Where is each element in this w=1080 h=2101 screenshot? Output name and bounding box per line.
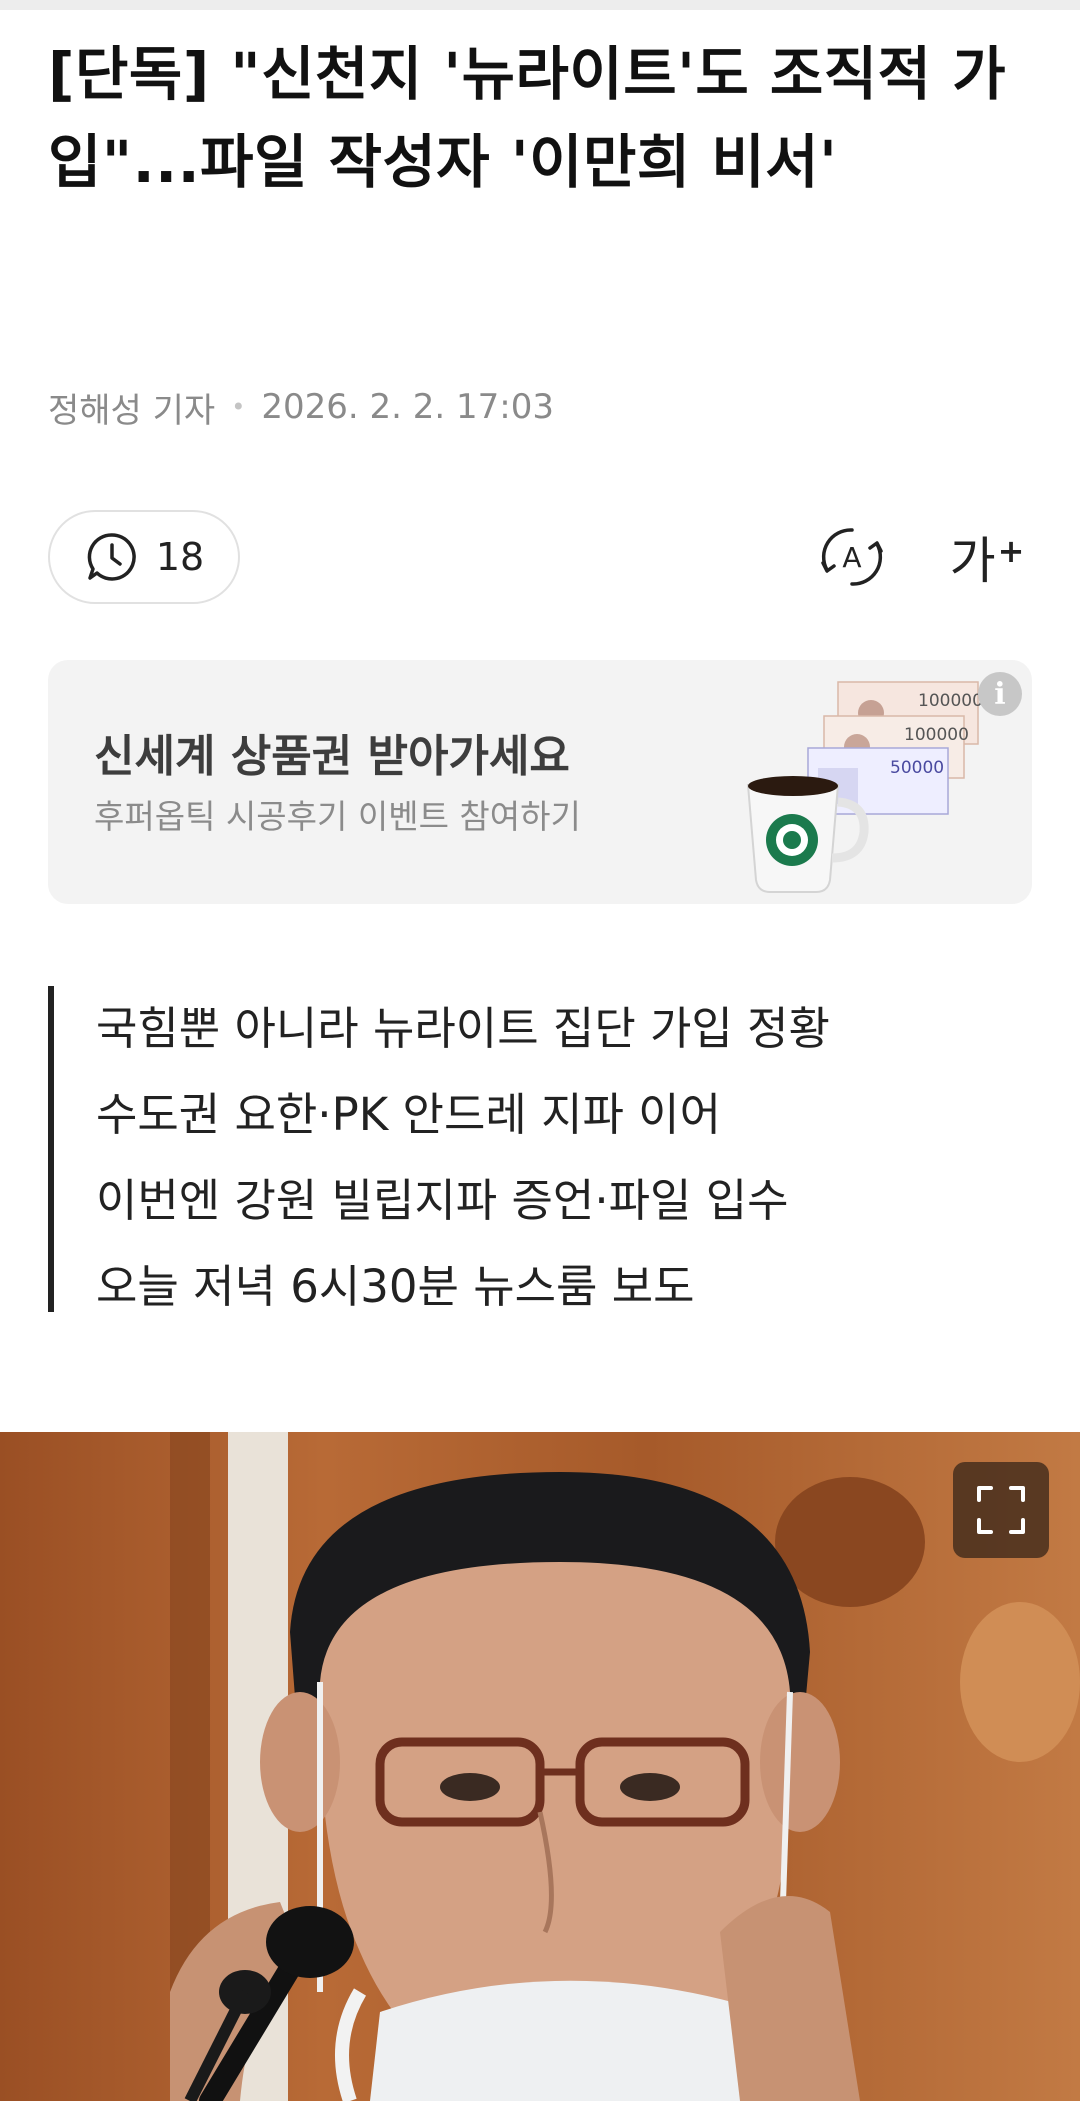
font-size-label: 가 [949, 532, 996, 590]
svg-text:A: A [842, 541, 861, 574]
article-headline: [단독] "신천지 '뉴라이트'도 조직적 가입"...파일 작성자 '이만희 … [48, 40, 1007, 196]
clock-speech-bubble-icon [87, 533, 136, 581]
expand-photo-button[interactable] [953, 1462, 1049, 1558]
summary-line: 오늘 저녁 6시30분 뉴스룸 보도 [96, 1260, 695, 1313]
ad-banner[interactable]: 신세계 상품권 받아가세요 후퍼옵틱 시공후기 이벤트 참여하기 100000 … [48, 660, 1032, 904]
reporter-name[interactable]: 정해성 기자 [48, 383, 215, 432]
voucher-value-1: 100000 [918, 691, 983, 711]
article-byline: 정해성 기자 • 2026. 2. 2. 17:03 [48, 382, 554, 432]
auto-read-button[interactable]: A [810, 515, 894, 599]
summary-line: 수도권 요한·PK 안드레 지파 이어 [96, 1088, 721, 1141]
font-size-button[interactable]: 가 + [945, 515, 1029, 599]
byline-separator: • [231, 393, 246, 421]
auto-read-icon: A [821, 528, 883, 586]
expand-fullscreen-icon [977, 1486, 1025, 1534]
font-size-plus-icon: + [997, 532, 1025, 570]
ad-subtitle: 후퍼옵틱 시공후기 이벤트 참여하기 [94, 797, 581, 836]
gift-voucher-coffee-image: 100000 100000 50000 [746, 681, 983, 893]
publish-datetime: 2026. 2. 2. 17:03 [261, 387, 554, 427]
summary-line: 국힘뿐 아니라 뉴라이트 집단 가입 정황 [96, 1002, 830, 1055]
top-divider [0, 0, 1080, 10]
comment-count: 18 [155, 535, 205, 579]
summary-line: 이번엔 강원 빌립지파 증언·파일 입수 [96, 1174, 789, 1227]
voucher-value-2: 100000 [904, 725, 969, 745]
portrait-photo-illustration [0, 1432, 1080, 2101]
voucher-value-3: 50000 [890, 758, 944, 778]
info-icon[interactable]: i [978, 672, 1022, 716]
article-photo[interactable] [0, 1432, 1080, 2101]
article-summary: 국힘뿐 아니라 뉴라이트 집단 가입 정황 수도권 요한·PK 안드레 지파 이… [48, 986, 1008, 1313]
ad-title: 신세계 상품권 받아가세요 [94, 731, 570, 782]
comment-button[interactable]: 18 [48, 510, 240, 604]
